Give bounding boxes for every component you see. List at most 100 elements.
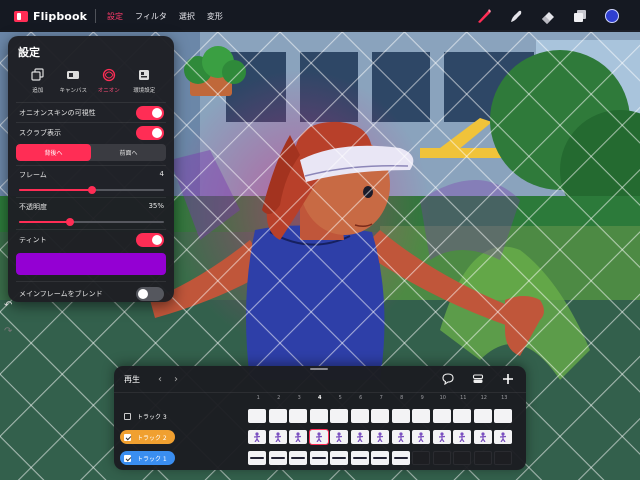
tint-toggle[interactable] [136,232,164,247]
timeline-drag-handle[interactable] [310,368,328,370]
frame-number[interactable]: 13 [494,395,515,401]
scrub-display-toggle[interactable] [136,125,164,140]
frame-cell[interactable] [391,451,410,465]
frame-number[interactable]: 8 [392,395,413,401]
track-3-checkbox[interactable] [124,412,131,420]
layers-icon[interactable] [570,6,590,26]
frame-cell[interactable] [309,451,328,465]
opacity-slider-fill [19,221,70,223]
menu-item-select[interactable]: 選択 [174,8,200,25]
redo-icon[interactable]: ↷ [4,326,12,337]
frame-number[interactable]: 12 [474,395,495,401]
undo-icon[interactable]: ↶ [4,300,12,311]
frame-cell[interactable] [268,409,287,423]
current-color-swatch [605,9,619,23]
frame-number[interactable]: 1 [248,395,269,401]
tab-add[interactable]: 追加 [20,68,56,94]
menu-item-settings[interactable]: 設定 [102,8,128,25]
chevron-left-icon[interactable]: ‹ [158,374,162,385]
frame-cell[interactable] [371,409,389,423]
frame-cell[interactable] [330,430,348,444]
frame-cell[interactable] [248,451,266,465]
menu-item-filter[interactable]: フィルタ [130,8,172,25]
smudge-icon[interactable] [506,6,526,26]
add-frame-icon[interactable] [502,373,514,385]
preferences-icon [139,70,150,80]
tab-onion[interactable]: オニオン [91,68,127,94]
tab-canvas[interactable]: キャンバス [56,68,92,94]
frame-cell[interactable] [330,409,348,423]
track-3-label[interactable]: トラック 3 [120,409,175,423]
frame-cell[interactable] [371,451,389,465]
comment-icon[interactable] [442,373,454,385]
frame-cell[interactable] [350,430,369,444]
frame-cell[interactable] [330,451,348,465]
direction-behind-option[interactable]: 背後へ [16,144,91,161]
frame-number[interactable]: 6 [351,395,372,401]
frame-cell[interactable] [432,430,451,444]
track-3-frames [248,409,512,423]
frame-cell[interactable] [494,451,512,465]
frame-cell[interactable] [289,409,307,423]
frame-cell[interactable] [248,430,266,444]
eraser-icon[interactable] [538,6,558,26]
frame-cell[interactable] [268,451,287,465]
track-1-checkbox[interactable] [124,454,131,462]
frames-label: フレーム [19,171,47,179]
frame-number[interactable]: 2 [269,395,290,401]
onion-visibility-toggle[interactable] [136,105,164,120]
frame-cell[interactable] [350,409,369,423]
frame-cell[interactable] [391,430,410,444]
frame-cell[interactable] [412,451,430,465]
color-picker[interactable] [602,6,622,26]
opacity-slider-thumb[interactable] [65,218,74,226]
frame-cell[interactable] [412,409,430,423]
frame-cell[interactable] [494,409,512,423]
frame-cell[interactable] [453,409,471,423]
frame-cell[interactable] [268,430,287,444]
frame-cell[interactable] [432,409,451,423]
layers-stack-icon[interactable] [472,373,484,385]
frame-number[interactable]: 7 [371,395,392,401]
track-2-frames [248,429,512,445]
frame-cell[interactable] [473,430,492,444]
frames-slider[interactable] [19,186,164,194]
frame-cell[interactable] [350,451,369,465]
brush-icon[interactable] [474,6,494,26]
menu-item-transform[interactable]: 変形 [202,8,228,25]
frame-number[interactable]: 9 [412,395,433,401]
frame-cell[interactable] [289,430,307,444]
frame-cell[interactable] [289,451,307,465]
chevron-right-icon[interactable]: › [174,374,178,385]
opacity-slider-block: 不透明度 35% [16,197,166,229]
playback-label[interactable]: 再生 [124,374,140,385]
frame-number[interactable]: 3 [289,395,310,401]
frame-number[interactable]: 11 [453,395,474,401]
direction-front-option[interactable]: 前面へ [91,144,166,161]
app-logo[interactable]: Flipbook [14,10,87,23]
frame-cell[interactable] [248,409,266,423]
track-2-checkbox[interactable] [124,433,131,441]
frame-cell[interactable] [391,409,410,423]
frame-cell[interactable] [473,409,492,423]
frame-number[interactable]: 4 [310,395,331,401]
frame-cell[interactable] [412,430,430,444]
track-1-label[interactable]: トラック 1 [120,451,175,465]
frame-cell[interactable] [494,430,512,444]
tint-color-swatch[interactable] [16,253,166,275]
frames-slider-thumb[interactable] [87,186,96,194]
frame-cell[interactable] [453,430,471,444]
frame-cell[interactable] [371,430,389,444]
frame-cell[interactable] [308,429,329,445]
onion-visibility-label: オニオンスキンの可視性 [19,108,96,117]
blend-main-frame-toggle[interactable] [136,286,164,301]
frame-cell[interactable] [309,409,328,423]
frame-cell[interactable] [473,451,492,465]
frame-cell[interactable] [453,451,471,465]
frame-number[interactable]: 10 [433,395,454,401]
opacity-slider[interactable] [19,218,164,226]
frame-cell[interactable] [432,451,451,465]
tab-preferences[interactable]: 環境設定 [127,68,163,94]
frame-number[interactable]: 5 [330,395,351,401]
track-2-label[interactable]: トラック 2 [120,430,175,444]
